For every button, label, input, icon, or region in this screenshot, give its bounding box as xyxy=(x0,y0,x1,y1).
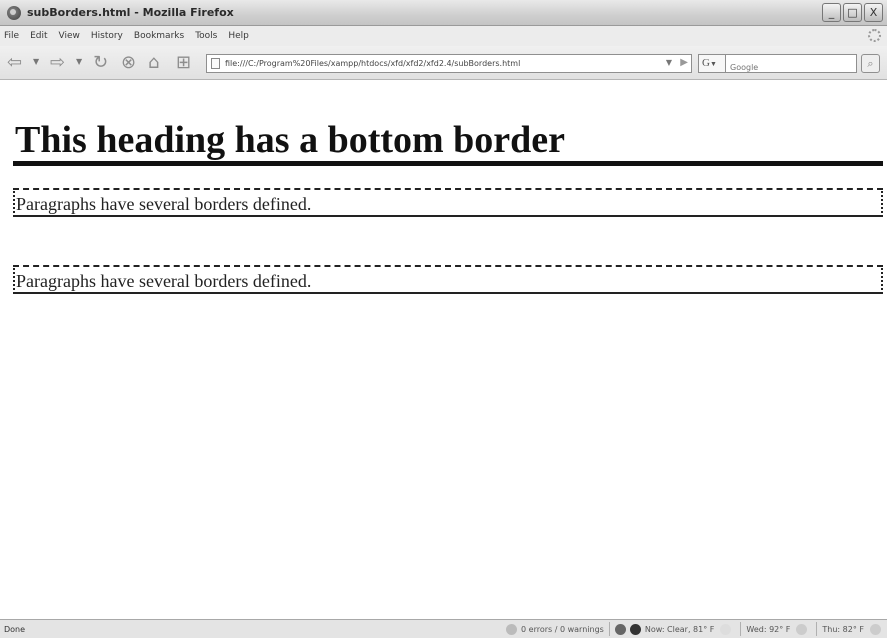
clear-weather-icon xyxy=(720,623,732,635)
cloud-icon xyxy=(796,623,808,635)
navigation-toolbar: ⇦ ▼ ⇨ ▼ ↻ ⊗ ⌂ ⊞ file:///C:/Program%20Fil… xyxy=(0,46,887,80)
check-icon[interactable] xyxy=(614,623,626,635)
maximize-button[interactable]: □ xyxy=(843,3,862,22)
firefox-logo-icon xyxy=(7,5,21,20)
menu-file[interactable]: File xyxy=(4,31,19,41)
menu-help[interactable]: Help xyxy=(228,31,249,41)
back-arrow-icon[interactable]: ⇦ xyxy=(7,53,22,73)
throbber-icon xyxy=(868,29,881,42)
window-title: subBorders.html - Mozilla Firefox xyxy=(27,6,234,19)
url-dropdown-icon[interactable]: ▼ xyxy=(666,58,672,67)
search-engine-selector[interactable]: G▼ xyxy=(698,54,726,73)
google-icon: G xyxy=(702,57,710,69)
menu-view[interactable]: View xyxy=(59,31,80,41)
weather-wed[interactable]: Wed: 92° F xyxy=(746,625,790,634)
close-button[interactable]: X xyxy=(864,3,883,22)
forward-arrow-icon[interactable]: ⇨ xyxy=(50,53,65,73)
weather-now[interactable]: Now: Clear, 81° F xyxy=(645,625,715,634)
page-content: This heading has a bottom border Paragra… xyxy=(0,81,887,619)
stop-icon[interactable]: ⊗ xyxy=(121,53,136,73)
error-count[interactable]: 0 errors / 0 warnings xyxy=(521,625,604,634)
status-text: Done xyxy=(4,624,26,634)
new-tab-icon[interactable]: ⊞ xyxy=(176,53,191,73)
window-controls: _ □ X xyxy=(822,3,883,22)
home-icon[interactable]: ⌂ xyxy=(148,53,159,73)
address-bar[interactable]: file:///C:/Program%20Files/xampp/htdocs/… xyxy=(206,54,692,73)
cloud-icon xyxy=(870,623,881,635)
reload-icon[interactable]: ↻ xyxy=(93,53,108,73)
menu-bar: File Edit View History Bookmarks Tools H… xyxy=(0,26,887,46)
validator-icon[interactable] xyxy=(506,623,518,635)
menu-bookmarks[interactable]: Bookmarks xyxy=(134,31,184,41)
globe-icon[interactable] xyxy=(629,623,641,635)
url-text[interactable]: file:///C:/Program%20Files/xampp/htdocs/… xyxy=(225,59,520,68)
weather-thu[interactable]: Thu: 82° F xyxy=(822,625,864,634)
page-icon xyxy=(211,58,220,69)
minimize-button[interactable]: _ xyxy=(822,3,841,22)
status-divider xyxy=(740,622,742,636)
status-indicators: 0 errors / 0 warnings Now: Clear, 81° F … xyxy=(506,620,887,638)
title-bar: subBorders.html - Mozilla Firefox _ □ X xyxy=(0,0,887,26)
page-heading: This heading has a bottom border xyxy=(13,119,883,166)
back-history-dropdown-icon[interactable]: ▼ xyxy=(33,57,39,66)
status-divider xyxy=(608,622,610,636)
menu-tools[interactable]: Tools xyxy=(195,31,217,41)
status-divider xyxy=(816,622,818,636)
go-arrow-icon[interactable]: ▶ xyxy=(680,57,688,68)
bordered-paragraph: Paragraphs have several borders defined. xyxy=(13,265,883,294)
search-magnifier-icon[interactable]: ⌕ xyxy=(861,54,880,73)
search-input[interactable] xyxy=(726,59,856,76)
menu-edit[interactable]: Edit xyxy=(30,31,47,41)
search-box[interactable] xyxy=(726,54,857,76)
bordered-paragraph: Paragraphs have several borders defined. xyxy=(13,188,883,217)
menu-history[interactable]: History xyxy=(91,31,123,41)
forward-history-dropdown-icon[interactable]: ▼ xyxy=(76,57,82,66)
status-bar: Done 0 errors / 0 warnings Now: Clear, 8… xyxy=(0,619,887,638)
